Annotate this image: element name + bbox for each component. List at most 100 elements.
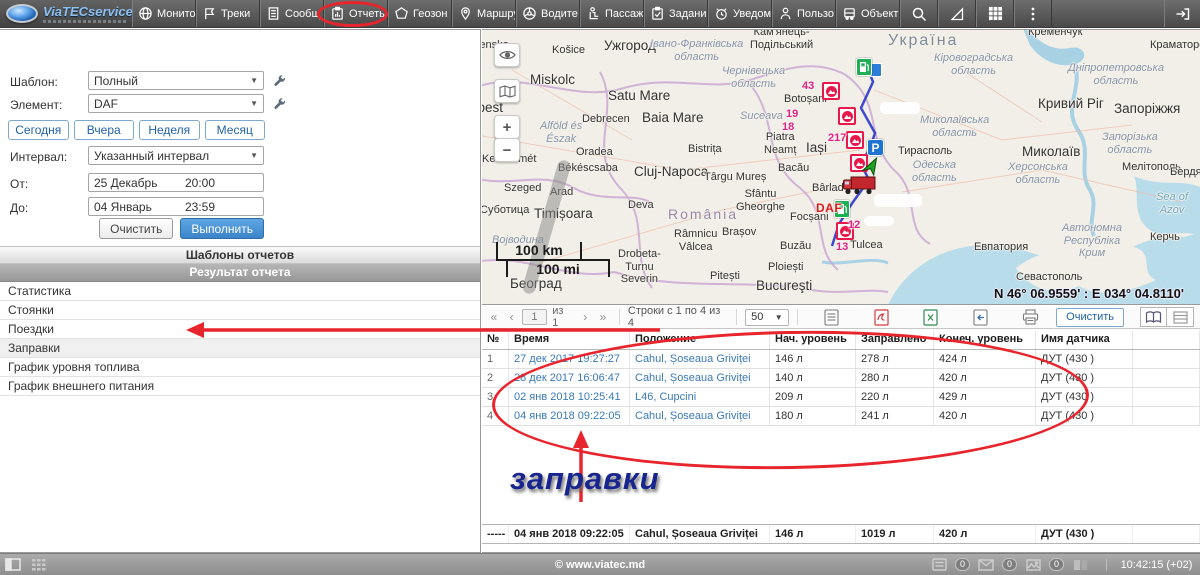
report-item-external-power-chart[interactable]: График внешнего питания bbox=[0, 377, 480, 396]
next-page-button[interactable]: › bbox=[577, 310, 593, 324]
nav-notifications[interactable]: Уведом bbox=[708, 0, 772, 27]
event-marker[interactable] bbox=[822, 82, 840, 100]
month-button[interactable]: Месяц bbox=[205, 120, 266, 140]
layers-button[interactable] bbox=[494, 79, 520, 103]
map-label: Bacău bbox=[778, 162, 809, 175]
grid-view-button[interactable] bbox=[26, 554, 52, 575]
week-button[interactable]: Неделя bbox=[139, 120, 200, 140]
steering-wheel-icon bbox=[522, 6, 537, 21]
truck-marker[interactable] bbox=[842, 173, 878, 196]
col-header[interactable]: Время bbox=[509, 330, 630, 349]
layout-toggle[interactable] bbox=[1167, 307, 1194, 327]
result-section-header[interactable]: Результат отчета bbox=[0, 264, 480, 282]
map-label: Bucureşti bbox=[756, 278, 812, 294]
fuel-pump-icon bbox=[859, 61, 869, 73]
element-select[interactable]: DAF ▼ bbox=[88, 94, 264, 113]
report-item-parkings[interactable]: Стоянки bbox=[0, 301, 480, 320]
to-datetime-field[interactable]: 04 Январь 23:59 bbox=[88, 197, 264, 216]
export-file-button[interactable] bbox=[970, 308, 992, 327]
main-area: Шаблон: Полный ▼ Элемент: DAF ▼ Сегодня … bbox=[0, 28, 1200, 553]
export-pdf-button[interactable] bbox=[870, 308, 892, 327]
map-label: Миколаївська область bbox=[920, 114, 989, 139]
report-panel: Шаблон: Полный ▼ Элемент: DAF ▼ Сегодня … bbox=[0, 29, 481, 553]
page-size-select[interactable]: 50 ▼ bbox=[745, 309, 789, 326]
nav-routes[interactable]: Маршру bbox=[452, 0, 516, 27]
tools-button[interactable] bbox=[938, 0, 976, 27]
chevron-down-icon: ▼ bbox=[250, 151, 258, 160]
table-row[interactable]: 1 27 дек 2017 19:27:27 Cahul, Șoseaua Gr… bbox=[482, 350, 1200, 369]
status-bar: © www.viatec.md 0 0 0 10:42:15 (+02) bbox=[0, 553, 1200, 575]
reports-status-button[interactable] bbox=[926, 558, 952, 571]
nav-geofences[interactable]: Геозон bbox=[388, 0, 452, 27]
prev-page-button[interactable]: ‹ bbox=[504, 310, 520, 324]
logout-button[interactable] bbox=[1164, 0, 1200, 27]
interval-select[interactable]: Указанный интервал ▼ bbox=[88, 146, 264, 165]
report-item-statistics[interactable]: Статистика bbox=[0, 282, 480, 301]
messages-status-button[interactable] bbox=[973, 559, 999, 571]
scale-mi: 100 mi bbox=[506, 259, 610, 277]
marker-number: 19 bbox=[786, 108, 798, 121]
col-header[interactable]: № bbox=[482, 330, 509, 349]
map[interactable]: Slovensko Košice Ужгород Кам'янець- Поді… bbox=[482, 30, 1200, 305]
page-number-input[interactable]: 1 bbox=[522, 309, 548, 325]
clear-form-button[interactable]: Очистить bbox=[99, 218, 173, 239]
top-toolbar: ViaTECservice Монито Треки Сообщ Отчеты … bbox=[0, 0, 1200, 28]
split-layout-icon bbox=[1173, 311, 1188, 324]
map-label: Ужгород bbox=[604, 38, 656, 54]
print-button[interactable] bbox=[1019, 308, 1041, 327]
template-settings-button[interactable] bbox=[271, 72, 289, 90]
nav-tracks[interactable]: Треки bbox=[196, 0, 260, 27]
col-header[interactable]: Положение bbox=[630, 330, 770, 349]
from-datetime-field[interactable]: 25 Декабрь 20:00 bbox=[88, 173, 264, 192]
nav-monitoring[interactable]: Монито bbox=[132, 0, 196, 27]
report-item-trips[interactable]: Поездки bbox=[0, 320, 480, 339]
last-page-button[interactable]: » bbox=[595, 310, 611, 324]
nav-messages[interactable]: Сообщ bbox=[260, 0, 324, 27]
table-row[interactable]: 3 02 янв 2018 10:25:41 L46, Cupcini 209 … bbox=[482, 388, 1200, 407]
report-item-fuelings[interactable]: Заправки bbox=[0, 339, 480, 358]
fuel-station-marker[interactable] bbox=[856, 58, 872, 76]
map-view-toggle[interactable] bbox=[1140, 307, 1167, 327]
nav-passengers[interactable]: Пассаж bbox=[580, 0, 644, 27]
media-status-button[interactable] bbox=[1020, 559, 1046, 571]
yesterday-button[interactable]: Вчера bbox=[74, 120, 135, 140]
visibility-button[interactable] bbox=[494, 43, 520, 67]
nav-tasks[interactable]: Задани bbox=[644, 0, 708, 27]
map-label: Suceava bbox=[740, 110, 783, 123]
event-marker[interactable] bbox=[838, 107, 856, 125]
printer-icon bbox=[1022, 309, 1039, 325]
zoom-in-button[interactable]: + bbox=[494, 115, 520, 139]
nav-users[interactable]: Пользо bbox=[772, 0, 836, 27]
first-page-button[interactable]: « bbox=[486, 310, 502, 324]
search-button[interactable] bbox=[900, 0, 938, 27]
parking-marker[interactable]: P bbox=[867, 139, 884, 156]
col-header[interactable]: Нач. уровень bbox=[770, 330, 856, 349]
nav-units[interactable]: Объект bbox=[836, 0, 900, 27]
col-header[interactable]: Конеч. уровень bbox=[934, 330, 1036, 349]
element-settings-button[interactable] bbox=[271, 95, 289, 113]
table-row[interactable]: 4 04 янв 2018 09:22:05 Cahul, Șoseaua Gr… bbox=[482, 407, 1200, 426]
apps-button[interactable] bbox=[976, 0, 1014, 27]
template-select[interactable]: Полный ▼ bbox=[88, 71, 264, 90]
excel-icon bbox=[923, 309, 938, 326]
clear-table-button[interactable]: Очистить bbox=[1056, 308, 1124, 327]
marker-number: 18 bbox=[782, 121, 794, 134]
nav-reports[interactable]: Отчеты bbox=[324, 0, 388, 27]
apps-grid-icon bbox=[988, 6, 1003, 21]
event-marker[interactable] bbox=[846, 131, 864, 149]
nav-drivers[interactable]: Водите bbox=[516, 0, 580, 27]
export-excel-button[interactable] bbox=[920, 308, 942, 327]
templates-section-header[interactable]: Шаблоны отчетов bbox=[0, 246, 480, 264]
layout-status-button[interactable] bbox=[1067, 559, 1093, 571]
col-header[interactable]: Имя датчика bbox=[1036, 330, 1133, 349]
col-header[interactable]: Заправлено bbox=[856, 330, 934, 349]
map-label: Brașov bbox=[722, 226, 756, 239]
today-button[interactable]: Сегодня bbox=[8, 120, 69, 140]
zoom-out-button[interactable]: − bbox=[494, 138, 520, 162]
more-button[interactable] bbox=[1014, 0, 1052, 27]
collapse-panel-button[interactable] bbox=[0, 554, 26, 575]
report-view-button[interactable] bbox=[821, 308, 843, 327]
table-row[interactable]: 2 28 дек 2017 16:06:47 Cahul, Șoseaua Gr… bbox=[482, 369, 1200, 388]
report-item-fuel-level-chart[interactable]: График уровня топлива bbox=[0, 358, 480, 377]
execute-button[interactable]: Выполнить bbox=[180, 218, 264, 239]
